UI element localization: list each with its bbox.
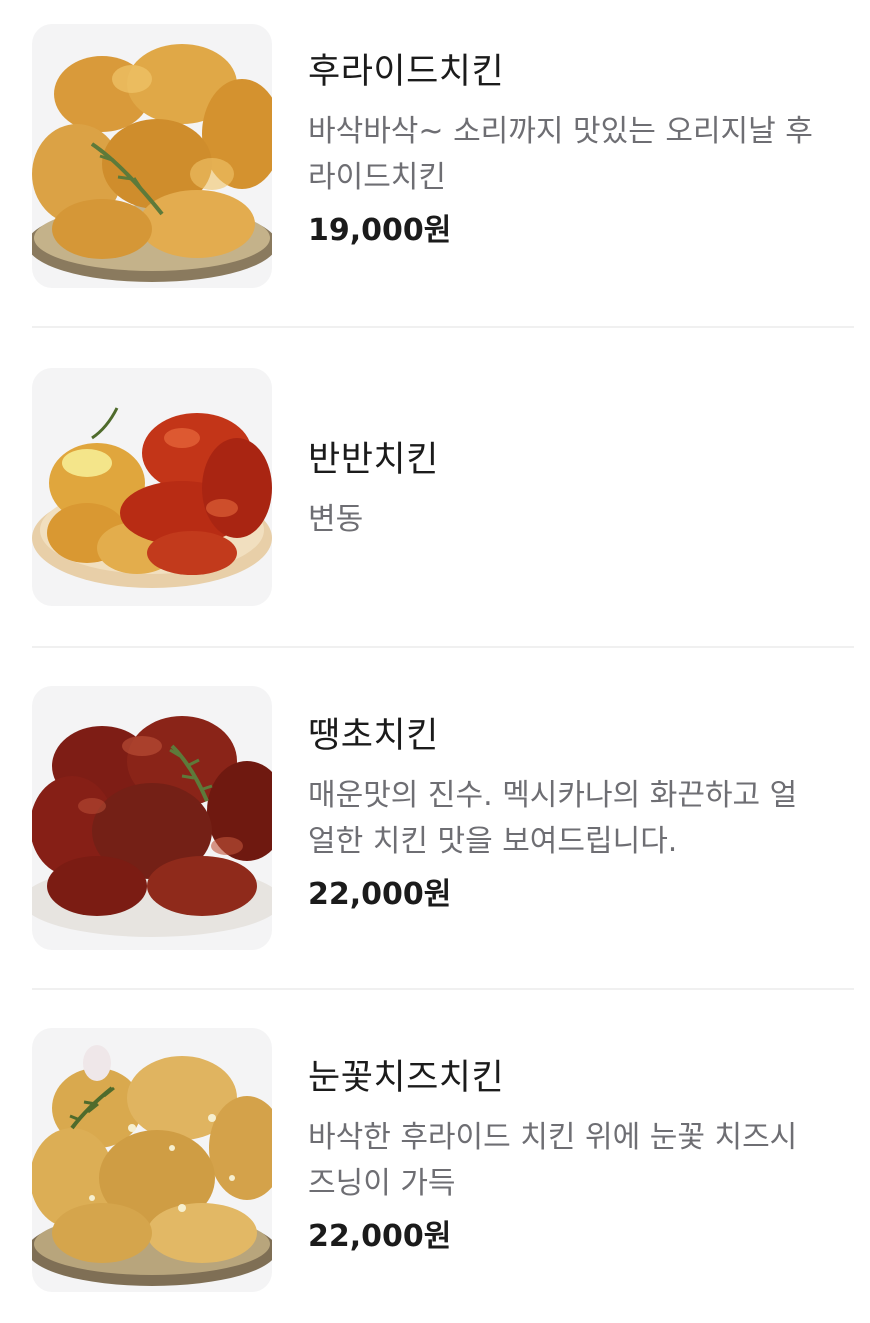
menu-item-snow-cheese-chicken[interactable]: 눈꽃치즈치킨 바삭한 후라이드 치킨 위에 눈꽃 치즈시 즈닝이 가득 22,0… [0,990,870,1323]
menu-item-name: 반반치킨 [308,440,439,480]
menu-item-half-half-chicken[interactable]: 반반치킨 변동 [0,328,870,646]
menu-item-name: 눈꽃치즈치킨 [308,1058,505,1098]
menu-item-name: 땡초치킨 [308,716,439,756]
menu-list: 후라이드치킨 바삭바삭~ 소리까지 맛있는 오리지날 후 라이드치킨 19,00… [0,0,870,1323]
menu-item-description-line-1: 변동 [308,502,364,537]
menu-item-fried-chicken[interactable]: 후라이드치킨 바삭바삭~ 소리까지 맛있는 오리지날 후 라이드치킨 19,00… [0,0,870,326]
menu-item-name: 후라이드치킨 [308,52,505,92]
spicy-chicken-photo [32,686,272,950]
half-half-chicken-photo [32,368,272,606]
menu-item-spicy-chicken[interactable]: 땡초치킨 매운맛의 진수. 멕시카나의 화끈하고 얼 얼한 치킨 맛을 보여드립… [0,648,870,988]
menu-item-price: 19,000원 [308,213,452,248]
fried-chicken-photo [32,24,272,288]
menu-item-price: 22,000원 [308,1219,452,1254]
snow-cheese-chicken-photo [32,1028,272,1292]
menu-item-price: 22,000원 [308,877,452,912]
